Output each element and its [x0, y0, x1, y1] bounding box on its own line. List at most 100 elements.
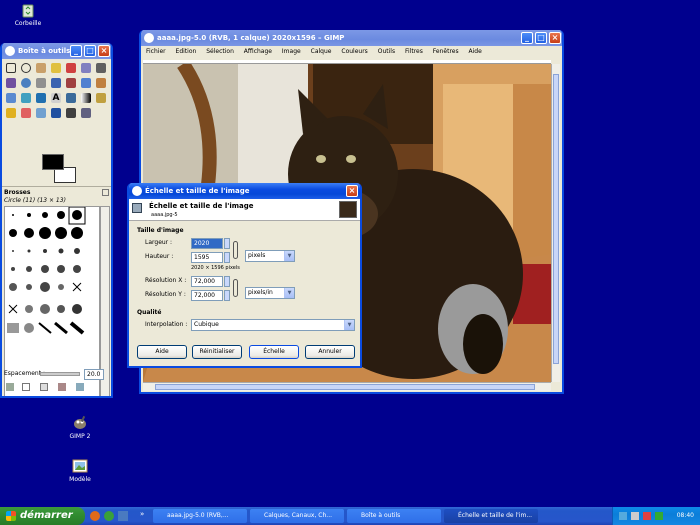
edit-brush-icon[interactable] — [6, 383, 14, 391]
foreground-color-swatch[interactable] — [42, 154, 64, 170]
toolbox-titlebar[interactable]: Boîte à outils _ □ × — [2, 43, 111, 59]
yres-spinner[interactable] — [224, 290, 230, 301]
antivirus-icon[interactable] — [655, 512, 663, 520]
dialog-titlebar[interactable]: Échelle et taille de l'image × — [129, 183, 360, 199]
rotate-tool-icon[interactable] — [81, 78, 91, 88]
airbrush-tool-icon[interactable] — [36, 108, 46, 118]
task-layers[interactable]: Calques, Canaux, Ch... — [250, 509, 344, 523]
xres-spinner[interactable] — [224, 276, 230, 287]
eraser-tool-icon[interactable] — [21, 108, 31, 118]
flip-tool-icon[interactable] — [36, 93, 46, 103]
new-brush-icon[interactable] — [22, 383, 30, 391]
task-image-window[interactable]: aaaa.jpg-5.0 (RVB,... — [153, 509, 247, 523]
paintbrush-tool-icon[interactable] — [6, 108, 16, 118]
pencil-tool-icon[interactable] — [96, 93, 106, 103]
picture-icon — [72, 458, 88, 474]
paths-tool-icon[interactable] — [96, 63, 106, 73]
color-select-tool-icon[interactable] — [66, 63, 76, 73]
clock[interactable]: 08:40 — [677, 512, 694, 519]
media-player-icon[interactable] — [104, 511, 114, 521]
system-tray: 08:40 — [612, 507, 700, 525]
rect-select-tool-icon[interactable] — [6, 63, 16, 73]
menu-fichier[interactable]: Fichier — [146, 48, 166, 55]
refresh-brushes-icon[interactable] — [76, 383, 84, 391]
menu-image[interactable]: Image — [282, 48, 301, 55]
res-unit-select[interactable]: pixels/in ▼ — [245, 287, 295, 299]
image-window-titlebar[interactable]: aaaa.jpg-5.0 (RVB, 1 calque) 2020x1596 –… — [141, 30, 562, 46]
ellipse-select-tool-icon[interactable] — [21, 63, 31, 73]
measure-tool-icon[interactable] — [36, 78, 46, 88]
lasso-tool-icon[interactable] — [36, 63, 46, 73]
scroll-thumb[interactable] — [155, 384, 535, 390]
desktop-icon-modele[interactable]: Modèle — [55, 458, 105, 483]
height-input[interactable]: 1595 — [191, 252, 223, 263]
maximize-button[interactable]: □ — [84, 45, 96, 57]
color-picker-tool-icon[interactable] — [6, 78, 16, 88]
volume-icon[interactable] — [631, 512, 639, 520]
task-scale-dialog[interactable]: Échelle et taille de l'im... — [444, 509, 538, 523]
desktop-icon-gimp[interactable]: GIMP 2 — [55, 415, 105, 440]
cancel-button[interactable]: Annuler — [305, 345, 355, 359]
width-spinner[interactable] — [224, 238, 230, 249]
close-button[interactable]: × — [98, 45, 110, 57]
tab-menu-icon[interactable] — [102, 189, 109, 196]
width-input[interactable]: 2020 — [191, 238, 223, 249]
scissors-tool-icon[interactable] — [81, 63, 91, 73]
spacing-slider[interactable] — [40, 372, 80, 376]
minimize-button[interactable]: _ — [521, 32, 533, 44]
yres-input[interactable]: 72,000 — [191, 290, 223, 301]
xres-label: Résolution X : — [145, 277, 187, 284]
height-spinner[interactable] — [224, 252, 230, 263]
desktop-icon-label: Corbeille — [14, 20, 42, 27]
menu-couleurs[interactable]: Couleurs — [341, 48, 367, 55]
menu-affichage[interactable]: Affichage — [244, 48, 272, 55]
move-tool-icon[interactable] — [51, 78, 61, 88]
desktop-icon-recycle-bin[interactable]: Corbeille — [3, 2, 53, 27]
quicklaunch-expand-icon[interactable]: » — [140, 510, 144, 518]
xres-input[interactable]: 72,000 — [191, 276, 223, 287]
menu-calque[interactable]: Calque — [311, 48, 332, 55]
task-toolbox[interactable]: Boîte à outils — [347, 509, 441, 523]
crop-tool-icon[interactable] — [66, 78, 76, 88]
blend-tool-icon[interactable] — [81, 93, 91, 103]
text-tool-icon[interactable]: A — [51, 93, 61, 103]
help-button[interactable]: Aide — [137, 345, 187, 359]
ink-tool-icon[interactable] — [51, 108, 61, 118]
menu-selection[interactable]: Sélection — [206, 48, 234, 55]
scale-button[interactable]: Échelle — [249, 345, 299, 359]
chain-link-icon[interactable] — [233, 279, 238, 297]
shear-tool-icon[interactable] — [6, 93, 16, 103]
interpolation-select[interactable]: Cubique ▼ — [191, 319, 355, 331]
start-button[interactable]: démarrer — [0, 507, 85, 525]
window-title: Boîte à outils — [18, 47, 71, 55]
vertical-scrollbar[interactable] — [551, 64, 560, 382]
close-button[interactable]: × — [549, 32, 561, 44]
fuzzy-select-tool-icon[interactable] — [51, 63, 61, 73]
menu-aide[interactable]: Aide — [469, 48, 482, 55]
unit-select[interactable]: pixels ▼ — [245, 250, 295, 262]
close-button[interactable]: × — [346, 185, 358, 197]
duplicate-brush-icon[interactable] — [40, 383, 48, 391]
firefox-icon[interactable] — [90, 511, 100, 521]
scale-tool-icon[interactable] — [96, 78, 106, 88]
menu-edition[interactable]: Edition — [176, 48, 197, 55]
clone-tool-icon[interactable] — [66, 108, 76, 118]
menu-outils[interactable]: Outils — [378, 48, 395, 55]
perspective-tool-icon[interactable] — [21, 93, 31, 103]
network-icon[interactable] — [619, 512, 627, 520]
smudge-tool-icon[interactable] — [81, 108, 91, 118]
menu-fenetres[interactable]: Fenêtres — [433, 48, 459, 55]
reset-button[interactable]: Réinitialiser — [192, 345, 242, 359]
bucket-fill-tool-icon[interactable] — [66, 93, 76, 103]
quicklaunch-icon[interactable] — [118, 511, 128, 521]
delete-brush-icon[interactable] — [58, 383, 66, 391]
chain-link-icon[interactable] — [233, 241, 238, 259]
minimize-button[interactable]: _ — [70, 45, 82, 57]
menu-filtres[interactable]: Filtres — [405, 48, 423, 55]
zoom-tool-icon[interactable] — [21, 78, 31, 88]
spacing-input[interactable]: 20.0 — [84, 369, 104, 380]
shield-icon[interactable] — [643, 512, 651, 520]
maximize-button[interactable]: □ — [535, 32, 547, 44]
scroll-thumb[interactable] — [553, 74, 559, 364]
horizontal-scrollbar[interactable] — [143, 382, 551, 391]
